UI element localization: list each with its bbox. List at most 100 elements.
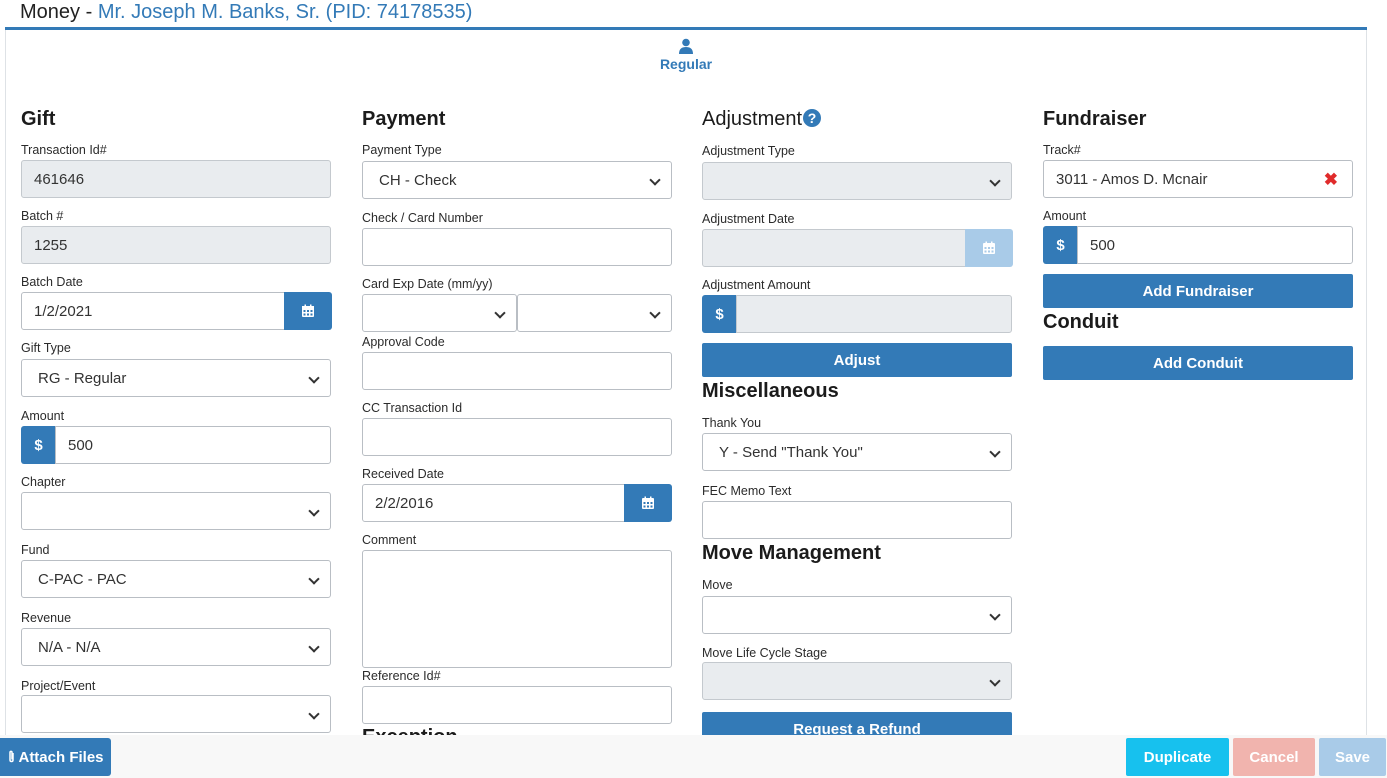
fund-value: C-PAC - PAC — [38, 570, 127, 588]
fundraiser-amount-input[interactable]: 500 — [1077, 226, 1353, 264]
payment-type-value: CH - Check — [379, 171, 457, 189]
received-date-label: Received Date — [362, 467, 444, 481]
payment-type-select[interactable]: CH - Check — [362, 161, 672, 199]
adjustment-type-select[interactable] — [702, 162, 1012, 200]
user-icon — [679, 38, 693, 54]
card-exp-year-select[interactable] — [517, 294, 672, 332]
fec-memo-label: FEC Memo Text — [702, 484, 792, 498]
add-conduit-button[interactable]: Add Conduit — [1043, 346, 1353, 380]
adjustment-date-label: Adjustment Date — [702, 212, 795, 226]
add-fundraiser-button[interactable]: Add Fundraiser — [1043, 274, 1353, 308]
project-event-label: Project/Event — [21, 679, 96, 693]
gift-amount-input[interactable]: 500 — [55, 426, 331, 464]
batch-date-value: 1/2/2021 — [34, 302, 93, 320]
fundraiser-amount-value: 500 — [1090, 236, 1116, 254]
fundraiser-amount-label: Amount — [1043, 209, 1087, 223]
transaction-id-label: Transaction Id# — [21, 143, 107, 157]
cancel-button[interactable]: Cancel — [1233, 738, 1315, 776]
adjust-button[interactable]: Adjust — [702, 343, 1012, 377]
move-select[interactable] — [702, 596, 1012, 634]
comment-textarea[interactable] — [362, 550, 672, 668]
chapter-select[interactable] — [21, 492, 331, 530]
calendar-icon — [983, 241, 995, 254]
adjustment-title-text: Adjustment — [702, 108, 803, 130]
fec-memo-input[interactable] — [702, 501, 1012, 539]
clear-icon[interactable]: ✖ — [1324, 170, 1338, 190]
gift-type-select[interactable]: RG - Regular — [21, 359, 331, 397]
track-label: Track# — [1043, 143, 1081, 157]
approval-code-label: Approval Code — [362, 335, 445, 349]
gift-amount-value: 500 — [68, 436, 94, 454]
adjustment-amount-input[interactable] — [736, 295, 1012, 333]
track-input[interactable]: 3011 - Amos D. Mcnair ✖ — [1043, 160, 1353, 198]
card-exp-label: Card Exp Date (mm/yy) — [362, 277, 493, 291]
received-date-calendar-button[interactable] — [624, 484, 672, 522]
payment-title: Payment — [362, 108, 446, 130]
chapter-label: Chapter — [21, 475, 66, 489]
track-value: 3011 - Amos D. Mcnair — [1056, 170, 1208, 188]
cc-transaction-id-input[interactable] — [362, 418, 672, 456]
gift-amount-currency: $ — [21, 426, 56, 464]
fund-select[interactable]: C-PAC - PAC — [21, 560, 331, 598]
card-exp-month-select[interactable] — [362, 294, 517, 332]
check-card-number-label: Check / Card Number — [362, 211, 483, 225]
move-stage-select[interactable] — [702, 662, 1012, 700]
approval-code-input[interactable] — [362, 352, 672, 390]
duplicate-button[interactable]: Duplicate — [1126, 738, 1229, 776]
batch-value: 1255 — [34, 236, 68, 254]
revenue-value: N/A - N/A — [38, 638, 101, 656]
paperclip-icon — [9, 750, 15, 763]
tab-regular-label: Regular — [659, 56, 713, 72]
exception-title: Exception — [362, 726, 458, 735]
person-link[interactable]: Mr. Joseph M. Banks, Sr. (PID: 74178535) — [98, 1, 473, 23]
attach-files-button[interactable]: Attach Files — [0, 738, 111, 776]
revenue-select[interactable]: N/A - N/A — [21, 628, 331, 666]
gift-amount-label: Amount — [21, 409, 65, 423]
gift-type-value: RG - Regular — [38, 369, 127, 387]
page-title: Money - Mr. Joseph M. Banks, Sr. (PID: 7… — [0, 0, 1387, 28]
batch-field: 1255 — [21, 226, 331, 264]
move-stage-label: Move Life Cycle Stage — [702, 646, 828, 660]
cc-transaction-id-label: CC Transaction Id — [362, 401, 463, 415]
request-refund-button[interactable]: Request a Refund — [702, 712, 1012, 735]
adjustment-title: Adjustment? — [702, 108, 822, 131]
reference-id-label: Reference Id# — [362, 669, 441, 683]
thank-you-select[interactable]: Y - Send "Thank You" — [702, 433, 1012, 471]
footer-bar: Attach Files Duplicate Cancel Save — [0, 735, 1387, 778]
adjustment-amount-currency: $ — [702, 295, 737, 333]
adjustment-type-label: Adjustment Type — [702, 144, 795, 158]
batch-label: Batch # — [21, 209, 64, 223]
save-button[interactable]: Save — [1319, 738, 1386, 776]
check-card-number-input[interactable] — [362, 228, 672, 266]
calendar-icon — [302, 304, 314, 317]
fundraiser-title: Fundraiser — [1043, 108, 1147, 130]
revenue-label: Revenue — [21, 611, 72, 625]
fund-label: Fund — [21, 543, 50, 557]
thank-you-value: Y - Send "Thank You" — [719, 443, 863, 461]
received-date-input[interactable]: 2/2/2016 — [362, 484, 626, 522]
question-circle-icon[interactable]: ? — [803, 109, 822, 127]
move-management-title: Move Management — [702, 542, 881, 564]
transaction-id-value: 461646 — [34, 170, 85, 188]
received-date-value: 2/2/2016 — [375, 494, 434, 512]
tab-regular[interactable]: Regular — [656, 38, 716, 72]
gift-type-label: Gift Type — [21, 341, 71, 355]
move-label: Move — [702, 578, 733, 592]
batch-date-label: Batch Date — [21, 275, 83, 289]
comment-label: Comment — [362, 533, 417, 547]
miscellaneous-title: Miscellaneous — [702, 380, 839, 402]
gift-title: Gift — [21, 108, 56, 130]
page-title-prefix: Money - — [20, 1, 98, 23]
transaction-id-field: 461646 — [21, 160, 331, 198]
batch-date-calendar-button[interactable] — [284, 292, 332, 330]
payment-type-label: Payment Type — [362, 143, 442, 157]
reference-id-input[interactable] — [362, 686, 672, 724]
batch-date-input[interactable]: 1/2/2021 — [21, 292, 285, 330]
calendar-icon — [642, 496, 654, 509]
adjustment-date-input[interactable] — [702, 229, 966, 267]
project-event-select[interactable] — [21, 695, 331, 733]
fundraiser-amount-currency: $ — [1043, 226, 1078, 264]
money-form-panel: Regular Gift Transaction Id# 461646 Batc… — [5, 30, 1367, 735]
adjustment-amount-label: Adjustment Amount — [702, 278, 811, 292]
adjustment-date-calendar-button[interactable] — [965, 229, 1013, 267]
